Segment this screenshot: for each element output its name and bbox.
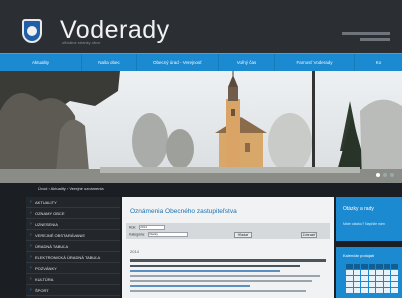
hero-banner-photo	[0, 71, 402, 183]
category-filter-row: Kategória: Všetky	[129, 232, 188, 237]
calendar-widget: Kalendár podujatí	[336, 247, 402, 298]
show-button[interactable]: Zobraziť	[301, 232, 317, 238]
coat-of-arms-logo[interactable]	[22, 19, 42, 43]
year-heading: 2014	[130, 249, 139, 254]
nav-item-nasa-obec[interactable]: Naša obec	[82, 54, 137, 71]
info-widget-text[interactable]: Máte otázku? Napíšte nám	[343, 222, 385, 226]
filter-form: Rok: 2014 Kategória: Všetky Hľadať Zobra…	[126, 223, 330, 239]
sidebar-menu: AKTUALITY OZNAMY OBCE UZNESENIA VEREJNÉ …	[26, 197, 120, 298]
category-select[interactable]: Všetky	[147, 232, 188, 237]
nav-item-more[interactable]: Ko	[355, 54, 402, 71]
article-list	[130, 259, 326, 295]
info-widget-title: Otázky a rady	[343, 206, 374, 212]
info-widget[interactable]: Otázky a rady Máte otázku? Napíšte nám	[336, 197, 402, 241]
category-label: Kategória:	[129, 232, 145, 237]
nav-item-farnost[interactable]: Farnosť Voderady	[275, 54, 355, 71]
article-text-line	[130, 264, 300, 267]
nav-item-obecny-urad[interactable]: Obecný úrad - Verejnosť	[137, 54, 219, 71]
main-navigation: Aktuality Naša obec Obecný úrad - Verejn…	[0, 53, 402, 71]
sidebar-item-pozvanky[interactable]: POZVÁNKY	[26, 263, 120, 274]
year-filter-row: Rok: 2014	[129, 225, 166, 230]
nav-item-aktuality[interactable]: Aktuality	[0, 54, 82, 71]
search-button[interactable]: Hľadať	[234, 232, 252, 238]
breadcrumb[interactable]: Úvod › Aktuality › Verejné oznámenia	[38, 184, 104, 194]
calendar-grid[interactable]	[346, 264, 398, 293]
header-utility-links[interactable]	[342, 32, 390, 42]
article-text-line	[130, 280, 312, 282]
sidebar-item-uradna-tabula[interactable]: ÚRADNÁ TABUĽA	[26, 241, 120, 252]
sidebar-item-sport[interactable]: ŠPORT	[26, 285, 120, 296]
sidebar-item-aktuality[interactable]: AKTUALITY	[26, 197, 120, 208]
year-label: Rok:	[129, 225, 137, 230]
site-header: Voderady oficiálne stránky obce	[0, 0, 402, 53]
page-title: Oznámenia Obecného zastupiteľstva	[130, 208, 237, 215]
nav-item-volny-cas[interactable]: Voľný čas	[219, 54, 275, 71]
article-text-line	[130, 290, 306, 292]
article-link-line[interactable]	[130, 285, 250, 287]
year-select[interactable]: 2014	[139, 225, 166, 230]
article-text-line	[130, 259, 326, 262]
main-content: Oznámenia Obecného zastupiteľstva Rok: 2…	[122, 197, 334, 298]
sidebar-item-obstaravanie[interactable]: VEREJNÉ OBSTARÁVANIE	[26, 230, 120, 241]
article-link-line[interactable]	[130, 270, 280, 272]
site-tagline: oficiálne stránky obce	[62, 40, 101, 45]
sidebar-item-elektronicka-tabula[interactable]: ELEKTRONICKÁ ÚRADNÁ TABUĽA	[26, 252, 120, 263]
sidebar-item-uznesenia[interactable]: UZNESENIA	[26, 219, 120, 230]
sidebar-item-kultura[interactable]: KULTÚRA	[26, 274, 120, 285]
article-text-line	[130, 275, 320, 277]
calendar-title: Kalendár podujatí	[343, 253, 375, 258]
sidebar-item-oznamy[interactable]: OZNAMY OBCE	[26, 208, 120, 219]
